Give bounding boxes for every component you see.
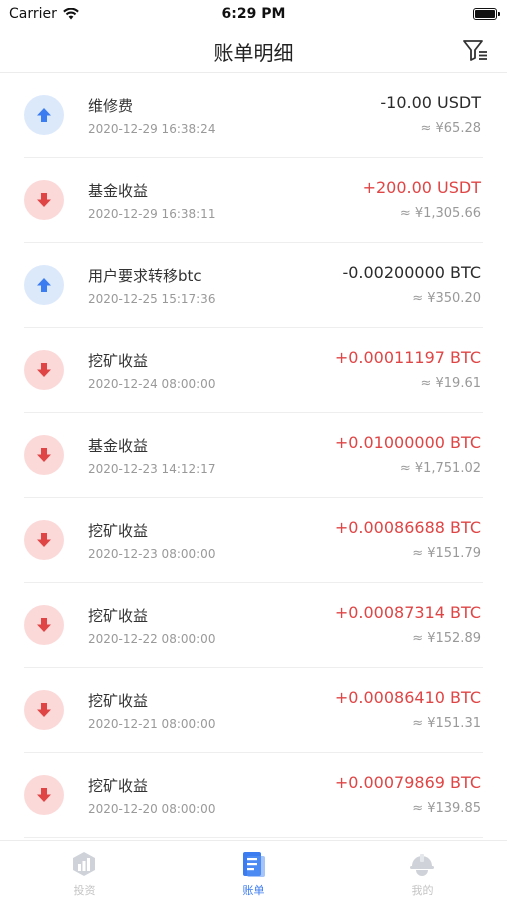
transaction-direction-badge [24,520,64,560]
transaction-cny-value: ≈ ¥65.28 [420,121,481,136]
transaction-row[interactable]: 用户要求转移btc 2020-12-25 15:17:36 -0.00200000 … [0,243,507,328]
transaction-amount: +200.00 USDT [362,178,481,197]
transaction-direction-badge [24,775,64,815]
page-title: 账单明细 [213,41,294,65]
transaction-direction-badge [24,690,64,730]
transaction-list[interactable]: 维修费 2020-12-29 16:38:24 -10.00 USDT ≈ ¥65.2… [0,73,507,840]
transaction-date: 2020-12-25 15:17:36 [88,292,216,306]
transaction-date: 2020-12-20 08:00:00 [88,802,216,816]
transaction-title: 维修费 [88,97,134,115]
nav-bar: 账单明细 [0,28,507,73]
arrow-down-icon [37,703,51,717]
transaction-row[interactable]: 挖矿收益 2020-12-22 08:00:00 +0.00087314 BTC ≈ … [0,583,507,668]
transaction-title: 基金收益 [88,182,149,200]
transaction-date: 2020-12-23 08:00:00 [88,547,216,561]
transaction-cny-value: ≈ ¥1,305.66 [399,206,481,221]
battery-icon [473,8,500,20]
transaction-title: 基金收益 [88,437,149,455]
transaction-direction-badge [24,265,64,305]
transaction-row[interactable]: 挖矿收益 2020-12-20 08:00:00 +0.00079869 BTC ≈ … [0,753,507,838]
transaction-cny-value: ≈ ¥151.31 [412,716,481,731]
transaction-cny-value: ≈ ¥19.61 [420,376,481,391]
transaction-title: 用户要求转移btc [88,267,202,285]
transaction-title: 挖矿收益 [88,522,149,540]
status-time: 6:29 PM [221,6,286,22]
arrow-down-icon [37,788,51,802]
transaction-direction-badge [24,605,64,645]
transaction-row[interactable]: 挖矿收益 2020-12-23 08:00:00 +0.00086688 BTC ≈ … [0,498,507,583]
transaction-row[interactable]: 挖矿收益 2020-12-21 08:00:00 +0.00086410 BTC ≈ … [0,668,507,753]
transaction-row[interactable]: 基金收益 2020-12-29 16:38:11 +200.00 USDT ≈ ¥1,… [0,158,507,243]
transaction-amount: +0.00011197 BTC [334,348,481,367]
tab-invest-label: 投资 [73,884,96,897]
status-bar: Carrier 6:29 PM [0,0,507,28]
transaction-amount: +0.00086688 BTC [334,518,481,537]
transaction-date: 2020-12-22 08:00:00 [88,632,216,646]
transaction-cny-value: ≈ ¥151.79 [412,546,481,561]
filter-button[interactable] [461,36,491,64]
transaction-direction-badge [24,180,64,220]
tab-bar: 投资 账单 我的 [0,840,507,901]
transaction-date: 2020-12-29 16:38:11 [88,207,216,221]
transaction-direction-badge [24,350,64,390]
transaction-title: 挖矿收益 [88,692,149,710]
transaction-amount: -10.00 USDT [380,93,481,112]
arrow-down-icon [37,193,51,207]
transaction-amount: -0.00200000 BTC [342,263,481,282]
transaction-cny-value: ≈ ¥350.20 [412,291,481,306]
transaction-cny-value: ≈ ¥152.89 [412,631,481,646]
transaction-title: 挖矿收益 [88,777,149,795]
tab-mine[interactable]: 我的 [338,841,507,901]
transaction-title: 挖矿收益 [88,607,149,625]
arrow-down-icon [37,448,51,462]
transaction-cny-value: ≈ ¥1,751.02 [399,461,481,476]
tab-invest[interactable]: 投资 [0,841,169,901]
arrow-up-icon [37,108,51,122]
transaction-cny-value: ≈ ¥139.85 [412,801,481,816]
transaction-row[interactable]: 维修费 2020-12-29 16:38:24 -10.00 USDT ≈ ¥65.2… [0,73,507,158]
transaction-amount: +0.00086410 BTC [334,688,481,707]
tab-bills[interactable]: 账单 [169,841,338,901]
transaction-date: 2020-12-23 14:12:17 [88,462,216,476]
transaction-direction-badge [24,435,64,475]
chart-icon [73,852,95,876]
tab-mine-label: 我的 [411,884,434,897]
transaction-amount: +0.00087314 BTC [334,603,481,622]
arrow-down-icon [37,363,51,377]
arrow-up-icon [37,278,51,292]
transaction-row[interactable]: 挖矿收益 2020-12-24 08:00:00 +0.00011197 BTC ≈ … [0,328,507,413]
tab-bills-label: 账单 [242,884,265,897]
arrow-down-icon [37,618,51,632]
transaction-date: 2020-12-21 08:00:00 [88,717,216,731]
bill-icon [243,852,265,877]
transaction-amount: +0.01000000 BTC [334,433,481,452]
arrow-down-icon [37,533,51,547]
helmet-icon [410,854,434,876]
transaction-title: 挖矿收益 [88,352,149,370]
row-divider [24,837,483,838]
transaction-amount: +0.00079869 BTC [334,773,481,792]
filter-icon [463,40,487,61]
transaction-row[interactable]: 基金收益 2020-12-23 14:12:17 +0.01000000 BTC ≈ … [0,413,507,498]
transaction-date: 2020-12-29 16:38:24 [88,122,216,136]
transaction-date: 2020-12-24 08:00:00 [88,377,216,391]
transaction-direction-badge [24,95,64,135]
